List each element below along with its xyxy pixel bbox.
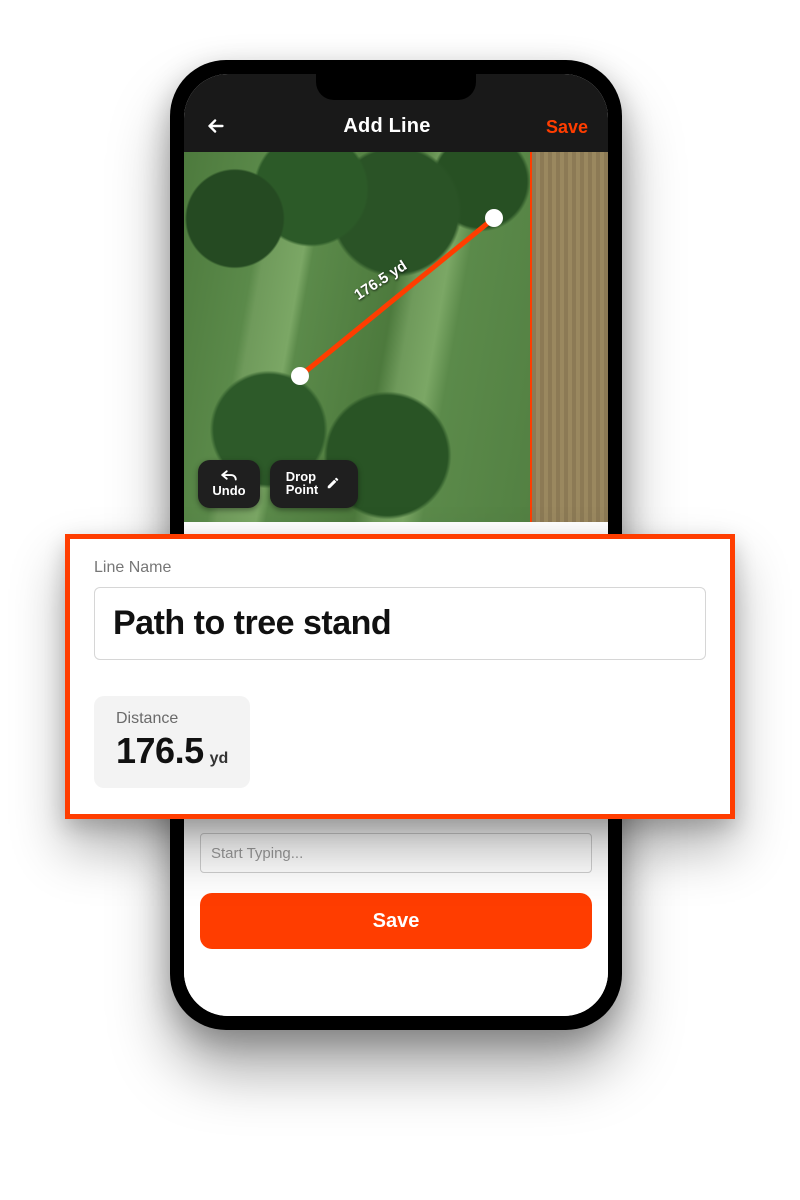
line-details-callout: Line Name Distance 176.5 yd: [65, 534, 735, 819]
drop-point-label: Drop Point: [286, 470, 319, 497]
map-view[interactable]: 176.5 yd Undo Drop Point: [184, 152, 608, 522]
map-tools: Undo Drop Point: [198, 460, 358, 508]
pencil-icon: [324, 476, 342, 490]
arrow-left-icon: [205, 115, 227, 137]
drop-point-button[interactable]: Drop Point: [270, 460, 358, 508]
header-save-link[interactable]: Save: [546, 117, 588, 138]
undo-icon: [220, 468, 238, 482]
distance-label: Distance: [116, 710, 228, 728]
line-name-input-wrap: [94, 587, 706, 660]
undo-button[interactable]: Undo: [198, 460, 260, 508]
line-name-input[interactable]: [113, 604, 687, 643]
distance-unit: yd: [210, 750, 229, 768]
distance-value: 176.5 yd: [116, 730, 228, 772]
page-title: Add Line: [343, 115, 430, 138]
notes-input[interactable]: [200, 833, 592, 873]
undo-label: Undo: [212, 484, 245, 498]
save-button[interactable]: Save: [200, 893, 592, 949]
line-name-label: Line Name: [94, 559, 706, 577]
phone-notch: [316, 74, 476, 100]
back-button[interactable]: [204, 114, 228, 138]
distance-card: Distance 176.5 yd: [94, 696, 250, 788]
distance-number: 176.5: [116, 730, 204, 772]
